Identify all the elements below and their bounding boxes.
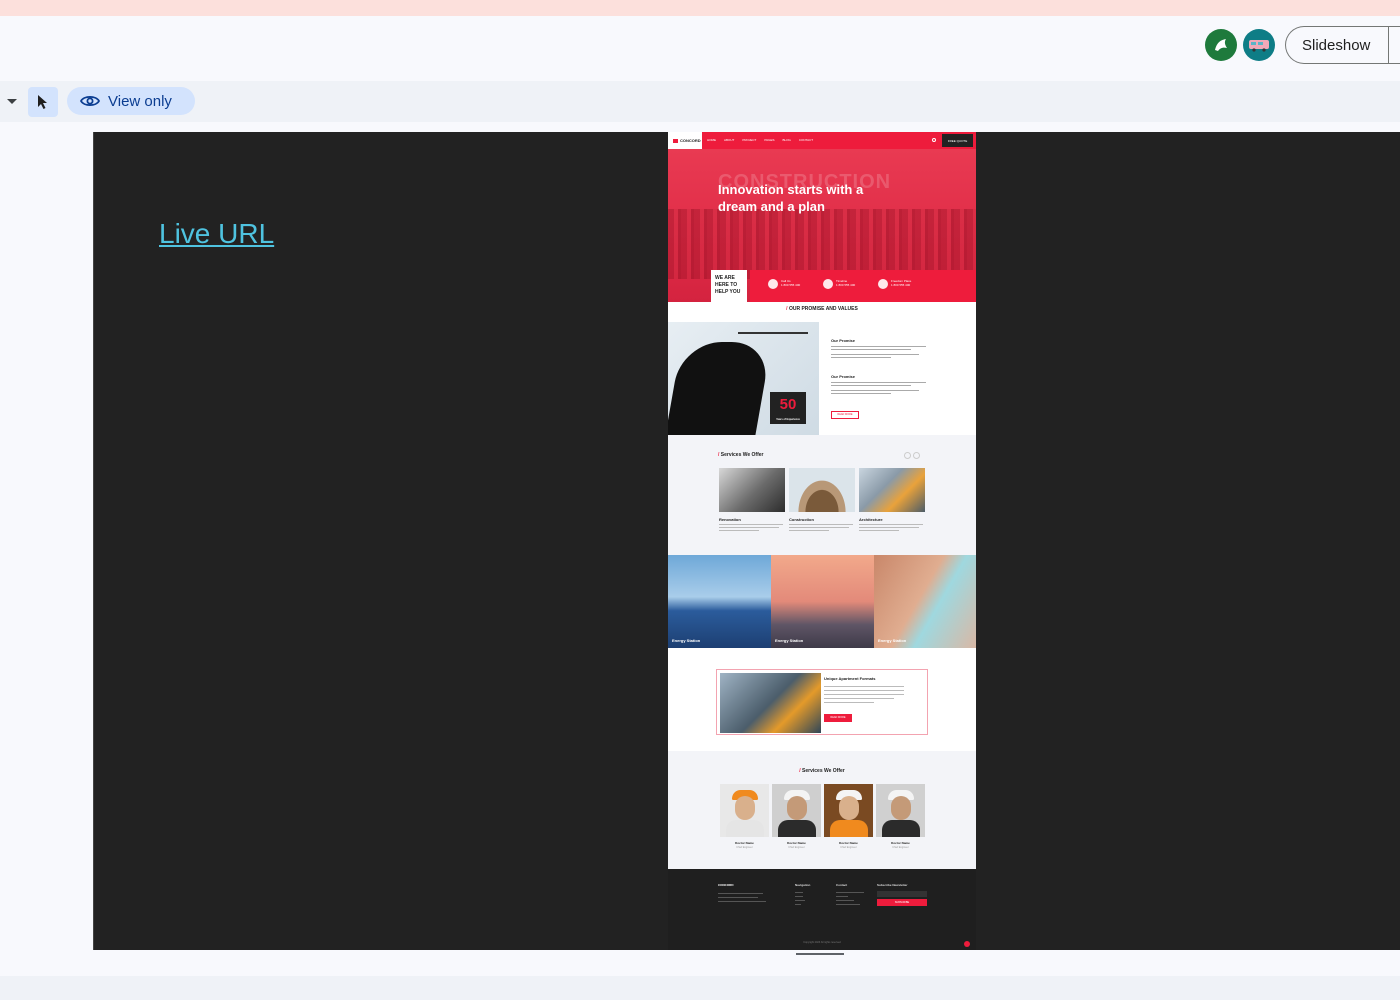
hero-title: Innovation starts with a dream and a pla… (718, 182, 864, 214)
years-badge: 50 Years of Experience (770, 392, 806, 424)
phone-icon (768, 279, 778, 289)
team-heading: / Services We Offer (799, 768, 845, 774)
site-quote-button: FREE QUOTE (942, 134, 973, 147)
team-section: / Services We Offer Doctor Name Chief Eng… (668, 751, 976, 869)
slideshow-dropdown-divider (1388, 26, 1389, 64)
bottom-strip (0, 976, 1400, 1000)
apartment-read-more: READ MORE (824, 714, 852, 722)
select-tool-button[interactable] (28, 87, 58, 117)
user-avatar-2[interactable] (1243, 29, 1275, 61)
team-member: Doctor Name Chief Engineer (824, 784, 873, 849)
team-member: Doctor Name Chief Engineer (772, 784, 821, 849)
footer-navigation: Navigation (795, 883, 810, 905)
worker-photo: 50 Years of Experience (668, 322, 819, 435)
gallery-strip: Energy Station Energy Station Energy Sta… (668, 555, 976, 648)
arrow-right-icon (913, 452, 920, 459)
arrow-left-icon (904, 452, 911, 459)
site-footer: CONCORD Navigation Contact Subscribe New… (668, 869, 976, 950)
slide-canvas: Live URL CONCORD HOME ABOUT PROJECT PAGES BL… (0, 122, 1400, 976)
service-card: Renovation (719, 468, 785, 531)
scroll-top-icon (964, 941, 970, 947)
promise-text-1: Our Promise (831, 338, 931, 360)
location-icon (878, 279, 888, 289)
user-avatar-1[interactable] (1205, 29, 1237, 61)
read-more-button: READ MORE (831, 411, 859, 419)
live-url-link[interactable]: Live URL (159, 218, 274, 250)
services-heading: / Services We Offer (718, 452, 764, 458)
carousel-arrows (904, 452, 920, 459)
site-menu: HOME ABOUT PROJECT PAGES BLOG CONTACT (707, 138, 814, 142)
toolbar: View only (0, 81, 1400, 122)
promise-heading: / OUR PROMISE AND VALUES (786, 306, 858, 312)
cursor-icon (38, 95, 47, 109)
top-bar: Slideshow (0, 16, 1400, 81)
help-box: WE ARE HERE TO HELP YOU (711, 270, 747, 302)
chevron-down-icon[interactable] (7, 99, 17, 104)
view-only-label: View only (108, 92, 172, 110)
contact-item: Call Us 1 800 555 400 (768, 279, 800, 289)
promise-text-2: Our Promise (831, 374, 931, 396)
slide[interactable]: Live URL CONCORD HOME ABOUT PROJECT PAGES BL… (93, 132, 1400, 950)
apartment-photo (720, 673, 821, 733)
team-member: Doctor Name Chief Engineer (720, 784, 769, 849)
site-logo: CONCORD (668, 132, 702, 149)
service-card: Architecture (859, 468, 925, 531)
gallery-item: Energy Station (668, 555, 771, 648)
services-section: / Services We Offer Renovation Construct… (668, 435, 976, 555)
website-screenshot: CONCORD HOME ABOUT PROJECT PAGES BLOG CONTACT… (668, 132, 976, 950)
site-hero: CONSTRUCTION Innovation starts with a dr… (668, 149, 976, 302)
scroll-indicator[interactable] (796, 953, 844, 955)
footer-newsletter: Subscribe Newsletter (877, 883, 908, 887)
city-skyline (668, 209, 976, 279)
contact-bar: Call Us 1 800 555 400 Timeline 1 800 555 4… (750, 270, 976, 302)
gallery-item: Energy Station (874, 555, 976, 648)
animal-icon (1215, 39, 1227, 51)
eye-icon (80, 95, 100, 107)
view-only-chip[interactable]: View only (67, 87, 195, 115)
notification-banner (0, 0, 1400, 16)
apartment-feature: Unique Apartment Formats READ MORE (716, 669, 928, 735)
site-nav: CONCORD HOME ABOUT PROJECT PAGES BLOG CONTACT… (668, 132, 976, 149)
slideshow-button[interactable]: Slideshow (1285, 26, 1400, 64)
subscribe-button: SUBSCRIBE (877, 899, 927, 906)
contact-item: Timeline 1 800 555 400 (823, 279, 855, 289)
newsletter-input (877, 891, 927, 897)
gallery-item: Energy Station (771, 555, 874, 648)
footer-logo: CONCORD (718, 883, 766, 902)
team-member: Doctor Name Chief Engineer (876, 784, 925, 849)
search-icon (932, 138, 936, 142)
clock-icon (823, 279, 833, 289)
contact-item: Freedom Place 1 800 555 400 (878, 279, 911, 289)
copyright: Copyright 2023 All rights reserved (803, 941, 841, 944)
bus-icon (1249, 40, 1269, 52)
footer-contact: Contact (836, 883, 864, 905)
service-card: Construction (789, 468, 855, 531)
